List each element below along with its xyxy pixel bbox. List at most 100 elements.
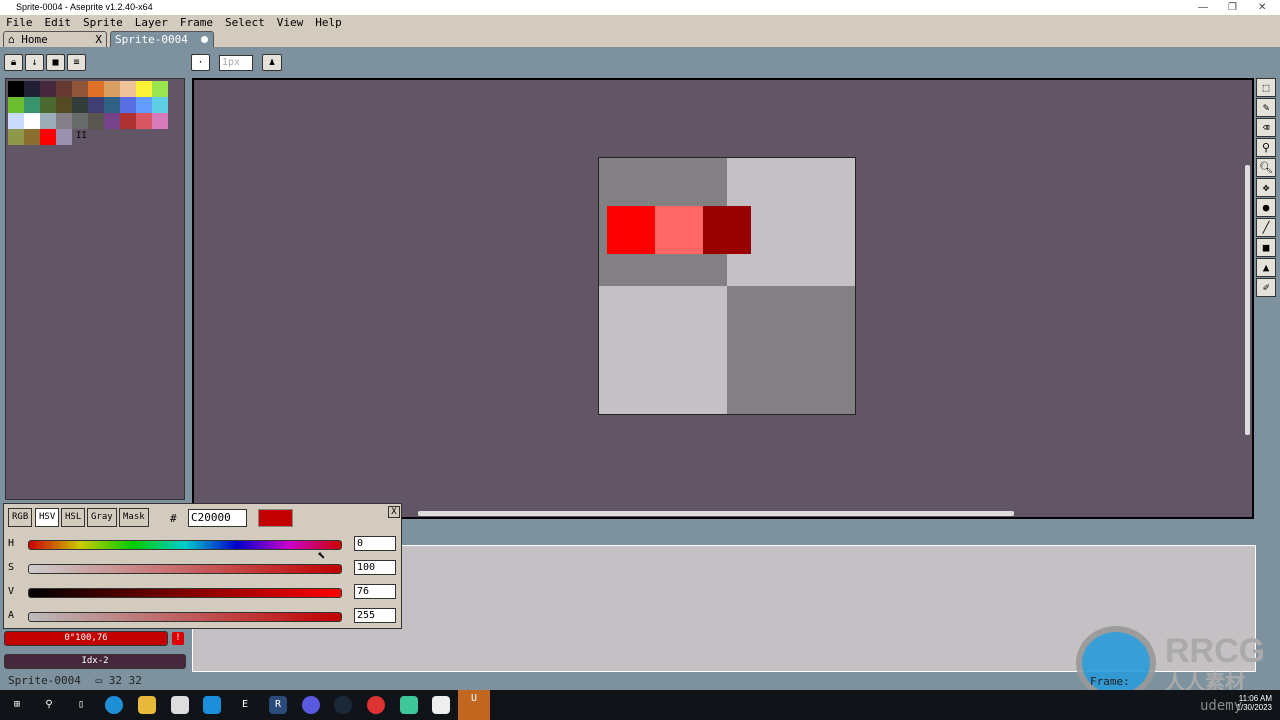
marquee-tool-icon[interactable]: ⬚	[1256, 78, 1276, 97]
hex-input[interactable]: C20000	[188, 509, 247, 527]
alpha-slider[interactable]	[28, 612, 342, 622]
menu-layer[interactable]: Layer	[135, 15, 168, 30]
palette-swatch[interactable]	[8, 129, 24, 145]
hue-input[interactable]: 0	[354, 536, 396, 551]
folder-button[interactable]: ■	[46, 54, 65, 71]
lock-button[interactable]: 🔒︎	[4, 54, 23, 71]
rectangle-tool-icon[interactable]: ■	[1256, 238, 1276, 257]
palette-swatch[interactable]	[56, 81, 72, 97]
palette-swatch[interactable]	[88, 97, 104, 113]
saturation-input[interactable]: 100	[354, 560, 396, 575]
palette-swatch[interactable]	[56, 97, 72, 113]
mail-icon[interactable]	[203, 696, 221, 714]
palette-swatch[interactable]	[136, 97, 152, 113]
palette-swatch[interactable]	[104, 81, 120, 97]
mode-mask-button[interactable]: Mask	[119, 508, 149, 527]
horizontal-scrollbar[interactable]	[418, 511, 1014, 516]
menu-sprite[interactable]: Sprite	[83, 15, 123, 30]
sprite-canvas[interactable]	[598, 157, 856, 415]
brush-type-button[interactable]: ·	[191, 54, 210, 71]
task-view-icon[interactable]: ▯	[72, 696, 90, 714]
line-tool-icon[interactable]: ╱	[1256, 218, 1276, 237]
palette-swatch[interactable]	[104, 97, 120, 113]
move-tool-icon[interactable]: ✥	[1256, 178, 1276, 197]
menu-help[interactable]: Help	[315, 15, 342, 30]
palette-swatch[interactable]	[88, 113, 104, 129]
background-color-button[interactable]: Idx-2	[4, 654, 186, 669]
alpha-input[interactable]: 255	[354, 608, 396, 623]
epic-games-icon[interactable]: E	[236, 696, 254, 714]
palette-swatch[interactable]	[8, 97, 24, 113]
app-icon[interactable]	[302, 696, 320, 714]
palette-swatch[interactable]	[120, 113, 136, 129]
palette-swatch[interactable]	[120, 81, 136, 97]
menu-select[interactable]: Select	[225, 15, 265, 30]
saturation-slider[interactable]	[28, 564, 342, 574]
palette-resize-handle[interactable]: II	[76, 131, 87, 141]
palette-swatch[interactable]	[24, 81, 40, 97]
app-green-icon[interactable]	[400, 696, 418, 714]
palette-swatch[interactable]	[40, 97, 56, 113]
palette-swatch[interactable]	[152, 113, 168, 129]
eraser-tool-icon[interactable]: ⌫	[1256, 118, 1276, 137]
arrow-down-button[interactable]: ↓	[25, 54, 44, 71]
file-explorer-icon[interactable]	[138, 696, 156, 714]
menu-view[interactable]: View	[277, 15, 304, 30]
palette-swatch[interactable]	[40, 113, 56, 129]
palette-swatch[interactable]	[8, 113, 24, 129]
minimize-button[interactable]: —	[1198, 0, 1208, 15]
palette-swatch[interactable]	[56, 113, 72, 129]
palette-swatch[interactable]	[120, 97, 136, 113]
ink-button[interactable]: ♟	[262, 54, 282, 71]
blur-tool-icon[interactable]: ✐	[1256, 278, 1276, 297]
windows-start-icon[interactable]: ⊞	[8, 696, 26, 714]
palette-swatch[interactable]	[8, 81, 24, 97]
menu-frame[interactable]: Frame	[180, 15, 213, 30]
edge-icon[interactable]	[105, 696, 123, 714]
palette-swatch[interactable]	[40, 81, 56, 97]
palette-swatch[interactable]	[72, 97, 88, 113]
tab-close-button[interactable]: X	[95, 32, 102, 47]
chrome-icon[interactable]	[367, 696, 385, 714]
palette-swatch[interactable]	[24, 113, 40, 129]
close-panel-button[interactable]: X	[388, 506, 400, 518]
eyedropper-tool-icon[interactable]: ⚲	[1256, 138, 1276, 157]
palette-swatch[interactable]	[56, 129, 72, 145]
mode-hsv-button[interactable]: HSV	[35, 508, 60, 527]
menu-icon-button[interactable]: ≡	[67, 54, 86, 71]
menu-edit[interactable]: Edit	[45, 15, 72, 30]
tab-sprite[interactable]: Sprite-0004	[110, 31, 214, 47]
unreal-icon[interactable]: U	[458, 690, 490, 720]
maximize-button[interactable]: ❐	[1228, 0, 1237, 15]
mode-rgb-button[interactable]: RGB	[8, 508, 33, 527]
palette-swatch[interactable]	[152, 81, 168, 97]
pencil-tool-icon[interactable]: ✎	[1256, 98, 1276, 117]
palette-swatch[interactable]	[72, 113, 88, 129]
palette-swatch[interactable]	[104, 113, 120, 129]
mode-gray-button[interactable]: Gray	[87, 508, 117, 527]
unsaved-dot-icon[interactable]	[201, 36, 208, 43]
palette-swatch[interactable]	[40, 129, 56, 145]
palette-swatch[interactable]	[24, 97, 40, 113]
value-input[interactable]: 76	[354, 584, 396, 599]
palette-swatch[interactable]	[24, 129, 40, 145]
palette-swatch[interactable]	[88, 81, 104, 97]
palette-swatch[interactable]	[72, 81, 88, 97]
zoom-tool-icon[interactable]: 🔍︎	[1256, 158, 1276, 177]
tab-home[interactable]: ⌂ Home X	[3, 31, 107, 47]
rsi-icon[interactable]: R	[269, 696, 287, 714]
hue-slider[interactable]	[28, 540, 342, 550]
aseprite-icon[interactable]	[432, 696, 450, 714]
brush-size-input[interactable]: 1px	[219, 55, 253, 71]
palette-swatch[interactable]	[152, 97, 168, 113]
contour-tool-icon[interactable]: ▲	[1256, 258, 1276, 277]
palette-swatch[interactable]	[136, 113, 152, 129]
store-icon[interactable]	[171, 696, 189, 714]
mode-hsl-button[interactable]: HSL	[61, 508, 86, 527]
palette-swatch[interactable]	[136, 81, 152, 97]
search-icon[interactable]: ⚲	[40, 696, 58, 714]
vertical-scrollbar[interactable]	[1245, 165, 1250, 435]
warning-icon[interactable]: !	[172, 632, 184, 645]
menu-file[interactable]: File	[6, 15, 33, 30]
steam-icon[interactable]	[334, 696, 352, 714]
